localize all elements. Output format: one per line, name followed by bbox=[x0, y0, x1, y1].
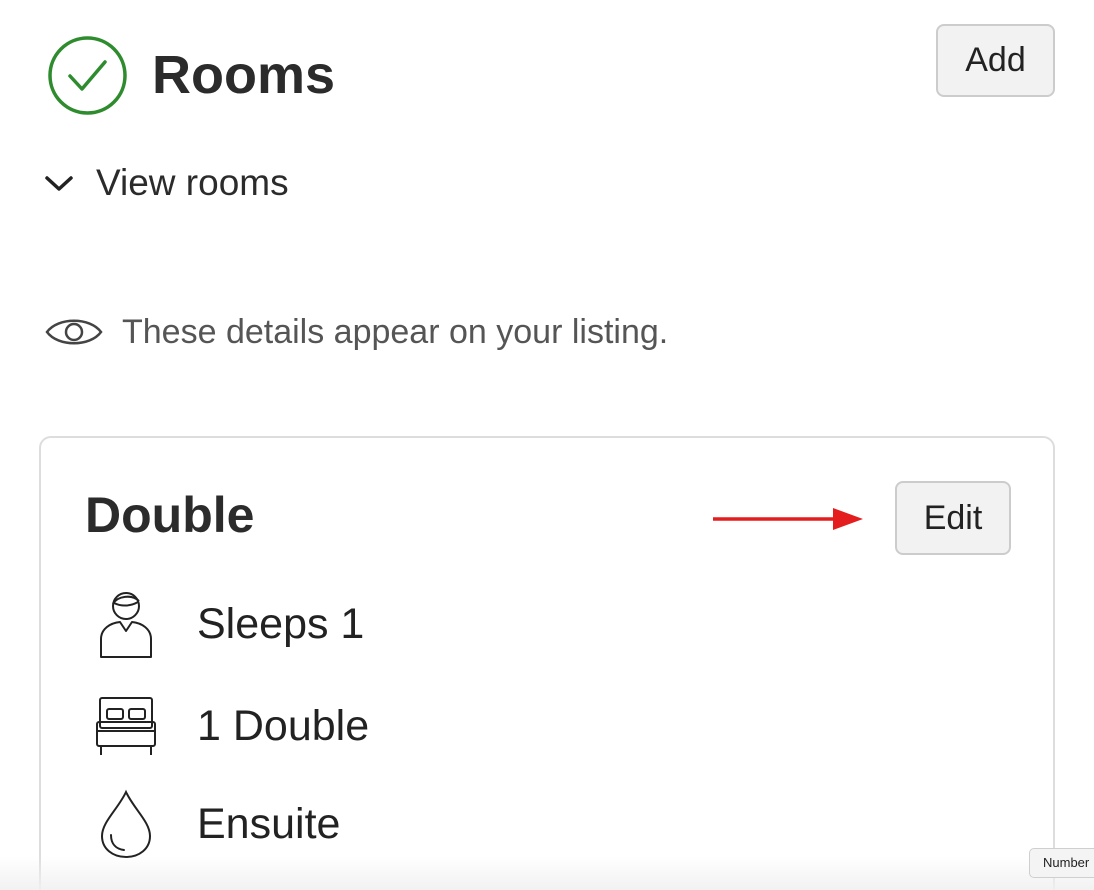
page-title: Rooms bbox=[152, 45, 336, 105]
rooms-page: Rooms Add View rooms These details appea… bbox=[0, 0, 1094, 890]
chevron-down-icon bbox=[45, 176, 73, 191]
view-rooms-toggle[interactable]: View rooms bbox=[44, 156, 289, 210]
room-feature-label: Ensuite bbox=[197, 799, 341, 848]
room-feature-label: 1 Double bbox=[197, 701, 370, 750]
person-icon bbox=[93, 588, 159, 660]
room-feature-label: Sleeps 1 bbox=[197, 599, 365, 648]
add-button[interactable]: Add bbox=[936, 24, 1055, 97]
bottom-scroll-fade bbox=[0, 856, 1094, 890]
room-name: Double bbox=[85, 487, 255, 543]
check-circle-icon bbox=[48, 36, 127, 115]
room-card: Double Edit Sleeps 1 1 Double Ensuite bbox=[39, 436, 1055, 890]
water-drop-icon bbox=[93, 788, 159, 860]
view-rooms-label: View rooms bbox=[96, 162, 289, 203]
room-feature-bathroom: Ensuite bbox=[93, 788, 340, 860]
listing-notice-text: These details appear on your listing. bbox=[122, 312, 669, 351]
tooltip: Number bbox=[1029, 848, 1094, 878]
bed-icon bbox=[93, 690, 159, 762]
room-feature-sleeps: Sleeps 1 bbox=[93, 588, 364, 660]
listing-notice: These details appear on your listing. bbox=[44, 305, 668, 359]
room-feature-bed: 1 Double bbox=[93, 690, 369, 762]
eye-icon bbox=[45, 319, 103, 345]
arrow-right-icon bbox=[713, 508, 863, 530]
edit-room-button[interactable]: Edit bbox=[895, 481, 1011, 555]
